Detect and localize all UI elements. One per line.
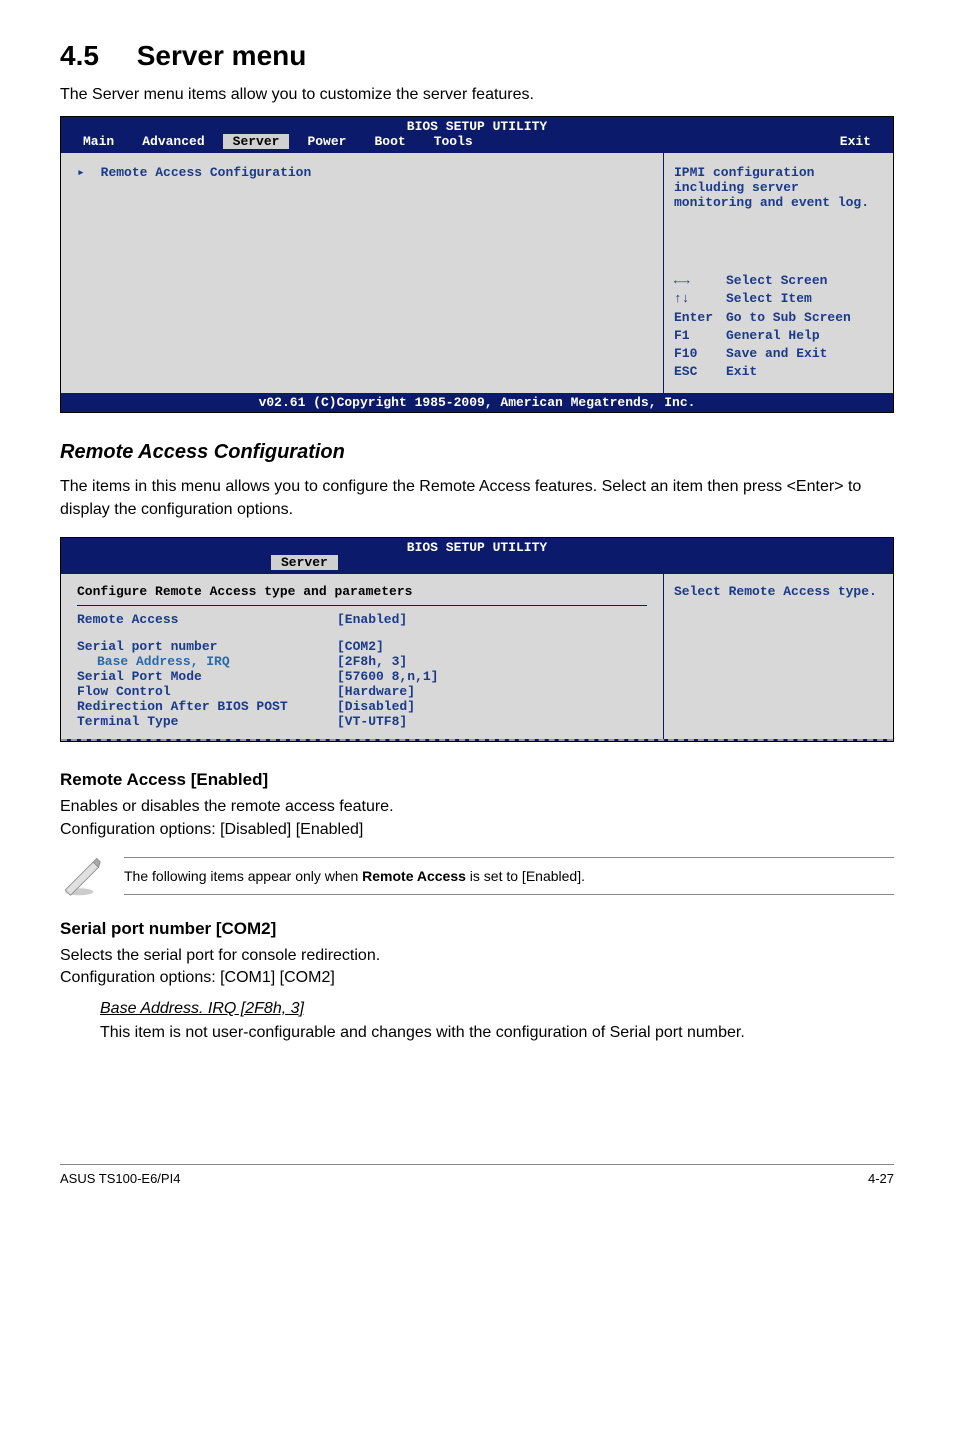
remote-access-heading: Remote Access [Enabled] [60,770,894,790]
serial-port-heading: Serial port number [COM2] [60,919,894,939]
bios2-title: BIOS SETUP UTILITY [61,538,893,555]
page-footer: ASUS TS100-E6/PI4 4-27 [60,1164,894,1186]
note-block: The following items appear only when Rem… [60,855,894,897]
bios-left-pane: ▸ Remote Access Configuration [61,153,663,393]
bios-footer: v02.61 (C)Copyright 1985-2009, American … [61,393,893,412]
bios2-help-text: Select Remote Access type. [674,584,883,599]
bios2-header-line: Configure Remote Access type and paramet… [77,584,647,606]
remote-access-line1: Enables or disables the remote access fe… [60,796,894,818]
tab-server: Server [223,134,290,149]
bios-screenshot-1: BIOS SETUP UTILITY Main Advanced Server … [60,116,894,413]
bios-screenshot-2: BIOS SETUP UTILITY Server Configure Remo… [60,537,894,742]
tab-exit: Exit [830,134,881,149]
bios2-left-pane: Configure Remote Access type and paramet… [61,574,663,739]
tab-tools: Tools [424,134,483,149]
tab-power: Power [297,134,356,149]
submenu-arrow-icon: ▸ [77,165,85,180]
section-title: 4.5 Server menu [60,40,894,72]
tab-advanced: Advanced [132,134,214,149]
remote-access-config-heading: Remote Access Configuration [60,441,894,464]
bios-title: BIOS SETUP UTILITY [61,117,893,134]
remote-access-config-desc: The items in this menu allows you to con… [60,476,894,521]
footer-right: 4-27 [868,1171,894,1186]
note-text: The following items appear only when Rem… [124,857,894,895]
bios-right-pane: IPMI configuration including server moni… [663,153,893,393]
bios2-right-pane: Select Remote Access type. [663,574,893,739]
tab-main: Main [73,134,124,149]
footer-left: ASUS TS100-E6/PI4 [60,1171,180,1186]
section-name: Server menu [137,40,307,71]
serial-port-line1: Selects the serial port for console redi… [60,945,894,967]
pencil-note-icon [60,855,102,897]
bios-key-help: ←→Select Screen ↑↓Select Item EnterGo to… [674,272,883,381]
tab-boot: Boot [364,134,415,149]
serial-port-line2: Configuration options: [COM1] [COM2] [60,967,894,989]
bios-help-text: IPMI configuration including server moni… [674,165,883,210]
base-address-heading: Base Address. IRQ [2F8h, 3] [100,1000,894,1018]
section-number: 4.5 [60,40,99,72]
bios2-tabs: Server [61,555,893,574]
base-address-body: This item is not user-configurable and c… [100,1022,894,1044]
bios-item-remote-access: Remote Access Configuration [101,165,312,180]
bios2-tab-server: Server [271,555,338,570]
bios-tabs: Main Advanced Server Power Boot Tools Ex… [61,134,893,153]
remote-access-line2: Configuration options: [Disabled] [Enabl… [60,819,894,841]
intro-text: The Server menu items allow you to custo… [60,84,894,106]
